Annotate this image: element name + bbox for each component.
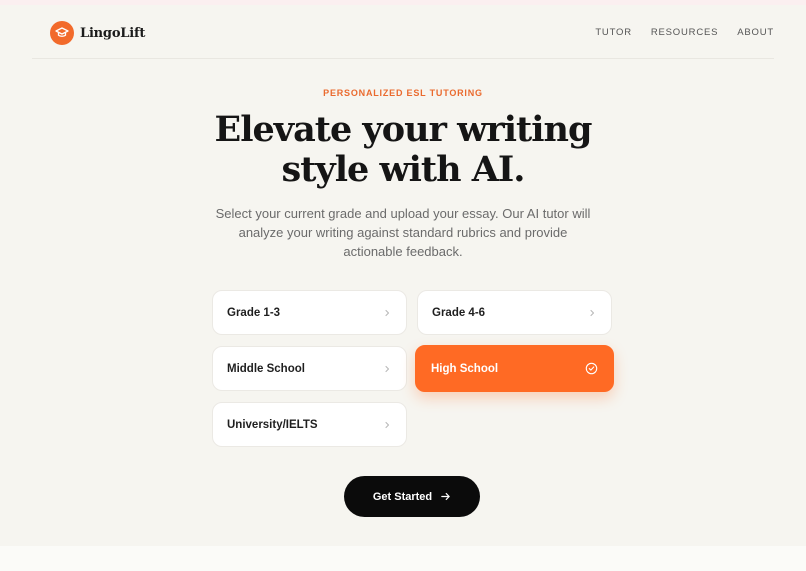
main-nav: TUTOR RESOURCES ABOUT (595, 27, 774, 38)
hero-eyebrow: PERSONALIZED ESL TUTORING (323, 88, 483, 98)
get-started-button[interactable]: Get Started (344, 476, 480, 517)
chevron-right-icon (385, 365, 390, 372)
arrow-right-icon (441, 492, 450, 501)
grade-option-middle-school[interactable]: Middle School (212, 346, 407, 391)
grade-option-label: Grade 1-3 (227, 306, 281, 319)
chevron-right-icon (590, 309, 595, 316)
hero-subtitle: Select your current grade and upload you… (215, 206, 591, 259)
grade-option-grade-4-6[interactable]: Grade 4-6 (417, 290, 612, 335)
hero-title-line-2: style with AI. (281, 149, 526, 190)
grade-option-high-school[interactable]: High School (415, 345, 614, 392)
logo[interactable]: LingoLift (50, 21, 145, 45)
grade-option-label: Grade 4-6 (432, 306, 486, 319)
get-started-label: Get Started (372, 490, 433, 503)
nav-resources[interactable]: RESOURCES (651, 27, 718, 38)
top-strip (0, 0, 806, 5)
hero-title-line-1: Elevate your writing (214, 109, 593, 150)
grade-option-label: University/IELTS (227, 418, 318, 431)
site-header: LingoLift TUTOR RESOURCES ABOUT (32, 8, 774, 59)
grade-option-grade-1-3[interactable]: Grade 1-3 (212, 290, 407, 335)
chevron-right-icon (385, 309, 390, 316)
footer-band (0, 546, 806, 571)
brand-name: LingoLift (80, 25, 146, 41)
grade-option-label: Middle School (227, 362, 305, 375)
graduation-cap-icon (50, 21, 74, 45)
grade-option-university-ielts[interactable]: University/IELTS (212, 402, 407, 447)
hero-title: Elevate your writing style with AI. (0, 110, 806, 190)
check-circle-icon (585, 362, 598, 375)
nav-tutor[interactable]: TUTOR (595, 27, 632, 38)
chevron-right-icon (385, 421, 390, 428)
grade-option-label: High School (431, 362, 499, 375)
nav-about[interactable]: ABOUT (737, 27, 774, 38)
